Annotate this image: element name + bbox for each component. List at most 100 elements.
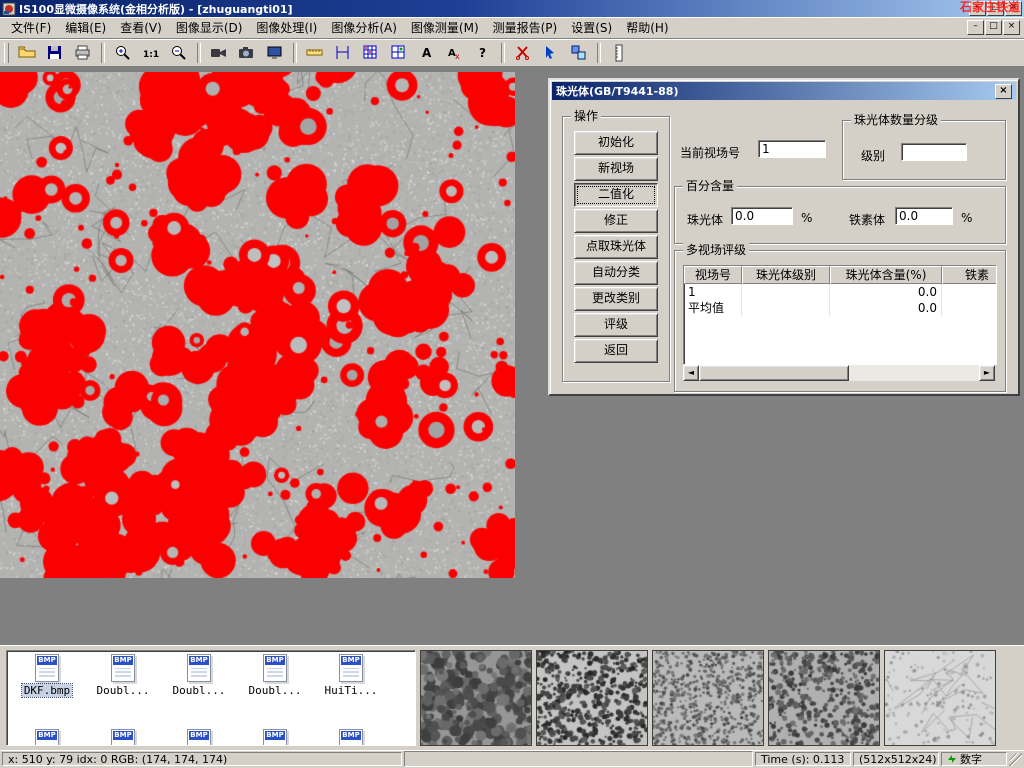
close-button[interactable]: × (1005, 1, 1022, 16)
video-camera-icon[interactable] (206, 41, 232, 66)
table-row[interactable]: 平均值 0.0 (684, 300, 996, 316)
file-item[interactable]: BMP Doubl... (237, 654, 313, 697)
dialog-close-icon[interactable]: × (995, 84, 1012, 99)
file-item[interactable]: BMP Doubl... (85, 654, 161, 697)
bmp-file-icon: BMP (339, 729, 363, 746)
return-button[interactable]: 返回 (574, 339, 658, 363)
open-icon[interactable] (14, 41, 40, 66)
thumbnail-image[interactable] (420, 650, 532, 746)
child-minimize-button[interactable]: – (967, 20, 984, 35)
file-item[interactable]: BMP Doubl... (161, 654, 237, 697)
region-select-icon[interactable] (566, 41, 592, 66)
bmp-icon-label: BMP (37, 731, 57, 740)
menu-file[interactable]: 文件(F) (4, 16, 58, 39)
scroll-left-icon[interactable]: ◄ (683, 365, 699, 381)
toolbar-separator (197, 43, 201, 63)
bmp-icon-label: BMP (189, 656, 209, 665)
thumbnail-image[interactable] (536, 650, 648, 746)
toolbar-grip[interactable] (4, 43, 9, 63)
camera-icon[interactable] (234, 41, 260, 66)
multifield-group: 多视场评级 视场号 珠光体级别 珠光体含量(%) 铁素 1 0.0 (674, 250, 1006, 392)
maximize-button[interactable]: □ (987, 1, 1004, 16)
file-item-partial[interactable]: BMP (161, 729, 237, 746)
ruler-icon[interactable] (302, 41, 328, 66)
text-ax-icon[interactable]: Ax (442, 41, 468, 66)
save-icon[interactable] (42, 41, 68, 66)
table-horizontal-scrollbar[interactable]: ◄ ► (683, 365, 995, 381)
dialog-title-bar[interactable]: 珠光体(GB/T9441-88) × (552, 82, 1016, 100)
vertical-ruler-icon[interactable] (606, 41, 632, 66)
file-item[interactable]: BMP HuiTi... (313, 654, 389, 697)
ferrite-value-input[interactable] (895, 207, 953, 225)
table-row[interactable]: 1 0.0 (684, 284, 996, 300)
menu-edit[interactable]: 编辑(E) (58, 16, 113, 39)
binarize-button[interactable]: 二值化 (574, 183, 658, 207)
multifield-table[interactable]: 视场号 珠光体级别 珠光体含量(%) 铁素 1 0.0 平均值 (683, 265, 997, 365)
auto-classify-button[interactable]: 自动分类 (574, 261, 658, 285)
scrollbar-thumb[interactable] (699, 365, 849, 381)
file-item[interactable]: BMP DKF.bmp (9, 654, 85, 697)
file-item-partial[interactable]: BMP (313, 729, 389, 746)
menu-report[interactable]: 测量报告(P) (486, 16, 565, 39)
thumbnail-image[interactable] (652, 650, 764, 746)
file-list[interactable]: BMP DKF.bmp BMP Doubl... BMP Doubl... BM… (6, 650, 416, 746)
current-field-input[interactable] (758, 140, 826, 158)
menu-image-analysis[interactable]: 图像分析(A) (324, 16, 404, 39)
initialize-button[interactable]: 初始化 (574, 131, 658, 155)
grid-count-icon[interactable] (358, 41, 384, 66)
metallograph-image[interactable] (0, 72, 515, 578)
cursor-position-status: x: 510 y: 79 idx: 0 RGB: (174, 174, 174) (2, 752, 402, 766)
caliper-icon[interactable] (330, 41, 356, 66)
actual-size-icon[interactable]: 1:1 (138, 41, 164, 66)
current-field-label: 当前视场号 (680, 144, 740, 161)
scrollbar-track[interactable] (849, 365, 979, 381)
grid-mark-icon[interactable] (386, 41, 412, 66)
bmp-icon-art (267, 668, 283, 677)
pick-pearlite-button[interactable]: 点取珠光体 (574, 235, 658, 259)
file-browser-panel: BMP DKF.bmp BMP Doubl... BMP Doubl... BM… (0, 645, 1024, 750)
rate-button[interactable]: 评级 (574, 313, 658, 337)
zoom-out-icon[interactable] (166, 41, 192, 66)
file-item-partial[interactable]: BMP (85, 729, 161, 746)
svg-text:A: A (422, 46, 432, 60)
header-content: 珠光体含量(%) (830, 266, 942, 284)
thumbnail-image[interactable] (768, 650, 880, 746)
text-a-icon[interactable]: A (414, 41, 440, 66)
scroll-right-icon[interactable]: ► (979, 365, 995, 381)
bmp-file-icon: BMP (35, 729, 59, 746)
correct-button[interactable]: 修正 (574, 209, 658, 233)
bmp-file-icon: BMP (111, 654, 135, 682)
new-field-button[interactable]: 新视场 (574, 157, 658, 181)
mode-icon (947, 754, 957, 764)
menu-image-process[interactable]: 图像处理(I) (249, 16, 324, 39)
pearlite-value-input[interactable] (731, 207, 793, 225)
ferrite-percent-sign: % (961, 211, 972, 225)
capture-icon[interactable] (262, 41, 288, 66)
menu-view[interactable]: 查看(V) (113, 16, 169, 39)
zoom-in-icon[interactable] (110, 41, 136, 66)
scissors-icon[interactable] (510, 41, 536, 66)
bmp-file-icon: BMP (263, 729, 287, 746)
menu-help[interactable]: 帮助(H) (619, 16, 675, 39)
child-close-button[interactable]: × (1003, 20, 1020, 35)
grading-group: 珠光体数量分级 级别 (842, 120, 1006, 180)
thumbnail-image[interactable] (884, 650, 996, 746)
minimize-button[interactable]: – (969, 1, 986, 16)
bmp-icon-art (115, 668, 131, 677)
child-restore-button[interactable]: □ (985, 20, 1002, 35)
cell-ferrite (942, 300, 997, 316)
change-class-button[interactable]: 更改类别 (574, 287, 658, 311)
resize-grip[interactable] (1009, 753, 1022, 766)
help-icon[interactable]: ? (470, 41, 496, 66)
file-item-partial[interactable]: BMP (237, 729, 313, 746)
file-item-partial[interactable]: BMP (9, 729, 85, 746)
pointer-icon[interactable] (538, 41, 564, 66)
menu-image-display[interactable]: 图像显示(D) (169, 16, 250, 39)
print-icon[interactable] (70, 41, 96, 66)
bmp-file-icon: BMP (111, 729, 135, 746)
file-name: Doubl... (95, 684, 152, 697)
menu-settings[interactable]: 设置(S) (564, 16, 619, 39)
menu-image-measure[interactable]: 图像测量(M) (404, 16, 486, 39)
level-input[interactable] (901, 143, 967, 161)
status-bar: x: 510 y: 79 idx: 0 RGB: (174, 174, 174)… (0, 750, 1024, 768)
